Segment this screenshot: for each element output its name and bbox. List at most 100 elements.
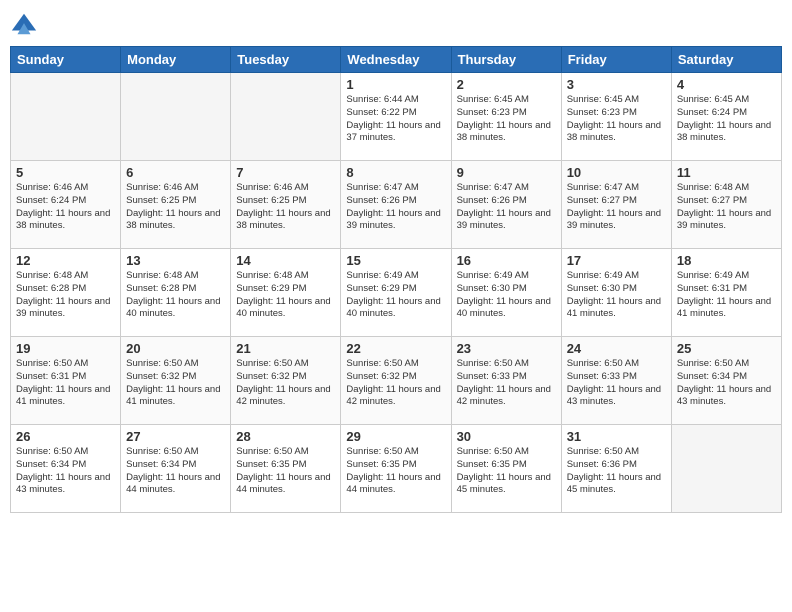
- day-number: 27: [126, 429, 225, 444]
- calendar-cell: 14 Sunrise: 6:48 AMSunset: 6:29 PMDayligh…: [231, 249, 341, 337]
- day-info: Sunrise: 6:50 AMSunset: 6:32 PMDaylight:…: [236, 358, 335, 409]
- calendar-cell: 8 Sunrise: 6:47 AMSunset: 6:26 PMDaylight…: [341, 161, 451, 249]
- day-info: Sunrise: 6:50 AMSunset: 6:32 PMDaylight:…: [126, 358, 225, 409]
- weekday-header-row: SundayMondayTuesdayWednesdayThursdayFrid…: [11, 47, 782, 73]
- day-info: Sunrise: 6:48 AMSunset: 6:29 PMDaylight:…: [236, 270, 335, 321]
- weekday-header-saturday: Saturday: [671, 47, 781, 73]
- calendar-cell: 30Sunrise: 6:50 AMSunset: 6:35 PMDayligh…: [451, 425, 561, 513]
- day-info: Sunrise: 6:46 AMSunset: 6:25 PMDaylight:…: [236, 182, 335, 233]
- calendar-cell: 18 Sunrise: 6:49 AMSunset: 6:31 PMDayligh…: [671, 249, 781, 337]
- day-info: Sunrise: 6:49 AMSunset: 6:31 PMDaylight:…: [677, 270, 776, 321]
- day-info: Sunrise: 6:45 AMSunset: 6:23 PMDaylight:…: [567, 94, 666, 145]
- day-number: 1: [346, 77, 445, 92]
- calendar-cell: 29 Sunrise: 6:50 AMSunset: 6:35 PMDayligh…: [341, 425, 451, 513]
- calendar-cell: 10 Sunrise: 6:47 AMSunset: 6:27 PMDayligh…: [561, 161, 671, 249]
- day-number: 17: [567, 253, 666, 268]
- day-number: 23: [457, 341, 556, 356]
- weekday-header-wednesday: Wednesday: [341, 47, 451, 73]
- weekday-header-monday: Monday: [121, 47, 231, 73]
- calendar-cell: 21 Sunrise: 6:50 AMSunset: 6:32 PMDayligh…: [231, 337, 341, 425]
- calendar-cell: 3 Sunrise: 6:45 AMSunset: 6:23 PMDaylight…: [561, 73, 671, 161]
- day-info: Sunrise: 6:48 AMSunset: 6:28 PMDaylight:…: [126, 270, 225, 321]
- calendar-cell: 4 Sunrise: 6:45 AMSunset: 6:24 PMDaylight…: [671, 73, 781, 161]
- day-info: Sunrise: 6:47 AMSunset: 6:26 PMDaylight:…: [346, 182, 445, 233]
- calendar-cell: 7 Sunrise: 6:46 AMSunset: 6:25 PMDaylight…: [231, 161, 341, 249]
- logo: [10, 10, 42, 38]
- calendar-cell: [121, 73, 231, 161]
- calendar-week-1: 1 Sunrise: 6:44 AMSunset: 6:22 PMDaylight…: [11, 73, 782, 161]
- day-info: Sunrise: 6:47 AMSunset: 6:26 PMDaylight:…: [457, 182, 556, 233]
- day-info: Sunrise: 6:46 AMSunset: 6:24 PMDaylight:…: [16, 182, 115, 233]
- logo-icon: [10, 10, 38, 38]
- calendar-cell: 27 Sunrise: 6:50 AMSunset: 6:34 PMDayligh…: [121, 425, 231, 513]
- day-number: 29: [346, 429, 445, 444]
- day-number: 25: [677, 341, 776, 356]
- calendar-cell: 22Sunrise: 6:50 AMSunset: 6:32 PMDayligh…: [341, 337, 451, 425]
- day-number: 3: [567, 77, 666, 92]
- day-info: Sunrise: 6:45 AMSunset: 6:24 PMDaylight:…: [677, 94, 776, 145]
- calendar-week-2: 5 Sunrise: 6:46 AMSunset: 6:24 PMDaylight…: [11, 161, 782, 249]
- calendar-cell: 31Sunrise: 6:50 AMSunset: 6:36 PMDayligh…: [561, 425, 671, 513]
- day-info: Sunrise: 6:50 AMSunset: 6:36 PMDaylight:…: [567, 446, 666, 497]
- calendar-cell: [231, 73, 341, 161]
- calendar-cell: [671, 425, 781, 513]
- calendar-cell: 13 Sunrise: 6:48 AMSunset: 6:28 PMDayligh…: [121, 249, 231, 337]
- day-number: 7: [236, 165, 335, 180]
- day-number: 28: [236, 429, 335, 444]
- day-info: Sunrise: 6:50 AMSunset: 6:33 PMDaylight:…: [567, 358, 666, 409]
- day-number: 5: [16, 165, 115, 180]
- day-number: 18: [677, 253, 776, 268]
- day-number: 30: [457, 429, 556, 444]
- day-info: Sunrise: 6:50 AMSunset: 6:34 PMDaylight:…: [677, 358, 776, 409]
- calendar-cell: 2 Sunrise: 6:45 AMSunset: 6:23 PMDaylight…: [451, 73, 561, 161]
- day-number: 8: [346, 165, 445, 180]
- calendar-table: SundayMondayTuesdayWednesdayThursdayFrid…: [10, 46, 782, 513]
- day-number: 16: [457, 253, 556, 268]
- calendar-cell: 19 Sunrise: 6:50 AMSunset: 6:31 PMDayligh…: [11, 337, 121, 425]
- day-number: 4: [677, 77, 776, 92]
- calendar-cell: 11 Sunrise: 6:48 AMSunset: 6:27 PMDayligh…: [671, 161, 781, 249]
- day-number: 9: [457, 165, 556, 180]
- day-info: Sunrise: 6:45 AMSunset: 6:23 PMDaylight:…: [457, 94, 556, 145]
- calendar-cell: 23Sunrise: 6:50 AMSunset: 6:33 PMDayligh…: [451, 337, 561, 425]
- day-info: Sunrise: 6:49 AMSunset: 6:30 PMDaylight:…: [457, 270, 556, 321]
- day-info: Sunrise: 6:50 AMSunset: 6:35 PMDaylight:…: [346, 446, 445, 497]
- day-info: Sunrise: 6:47 AMSunset: 6:27 PMDaylight:…: [567, 182, 666, 233]
- calendar-cell: 9 Sunrise: 6:47 AMSunset: 6:26 PMDaylight…: [451, 161, 561, 249]
- calendar-cell: 6 Sunrise: 6:46 AMSunset: 6:25 PMDaylight…: [121, 161, 231, 249]
- header: [10, 10, 782, 38]
- calendar-cell: 1 Sunrise: 6:44 AMSunset: 6:22 PMDaylight…: [341, 73, 451, 161]
- day-number: 15: [346, 253, 445, 268]
- calendar-cell: 5 Sunrise: 6:46 AMSunset: 6:24 PMDaylight…: [11, 161, 121, 249]
- day-info: Sunrise: 6:44 AMSunset: 6:22 PMDaylight:…: [346, 94, 445, 145]
- calendar-cell: 28Sunrise: 6:50 AMSunset: 6:35 PMDayligh…: [231, 425, 341, 513]
- calendar-week-5: 26 Sunrise: 6:50 AMSunset: 6:34 PMDayligh…: [11, 425, 782, 513]
- day-info: Sunrise: 6:49 AMSunset: 6:29 PMDaylight:…: [346, 270, 445, 321]
- day-info: Sunrise: 6:46 AMSunset: 6:25 PMDaylight:…: [126, 182, 225, 233]
- weekday-header-friday: Friday: [561, 47, 671, 73]
- day-number: 26: [16, 429, 115, 444]
- calendar-cell: 24 Sunrise: 6:50 AMSunset: 6:33 PMDayligh…: [561, 337, 671, 425]
- day-number: 20: [126, 341, 225, 356]
- day-number: 12: [16, 253, 115, 268]
- weekday-header-tuesday: Tuesday: [231, 47, 341, 73]
- calendar-cell: 15 Sunrise: 6:49 AMSunset: 6:29 PMDayligh…: [341, 249, 451, 337]
- weekday-header-sunday: Sunday: [11, 47, 121, 73]
- weekday-header-thursday: Thursday: [451, 47, 561, 73]
- day-info: Sunrise: 6:50 AMSunset: 6:31 PMDaylight:…: [16, 358, 115, 409]
- calendar-week-3: 12 Sunrise: 6:48 AMSunset: 6:28 PMDayligh…: [11, 249, 782, 337]
- day-number: 6: [126, 165, 225, 180]
- day-number: 19: [16, 341, 115, 356]
- day-number: 24: [567, 341, 666, 356]
- day-info: Sunrise: 6:50 AMSunset: 6:34 PMDaylight:…: [16, 446, 115, 497]
- day-number: 13: [126, 253, 225, 268]
- day-number: 14: [236, 253, 335, 268]
- day-number: 21: [236, 341, 335, 356]
- day-number: 10: [567, 165, 666, 180]
- calendar-cell: 12Sunrise: 6:48 AMSunset: 6:28 PMDayligh…: [11, 249, 121, 337]
- day-number: 11: [677, 165, 776, 180]
- day-info: Sunrise: 6:48 AMSunset: 6:27 PMDaylight:…: [677, 182, 776, 233]
- day-number: 2: [457, 77, 556, 92]
- day-info: Sunrise: 6:50 AMSunset: 6:34 PMDaylight:…: [126, 446, 225, 497]
- page: SundayMondayTuesdayWednesdayThursdayFrid…: [0, 0, 792, 612]
